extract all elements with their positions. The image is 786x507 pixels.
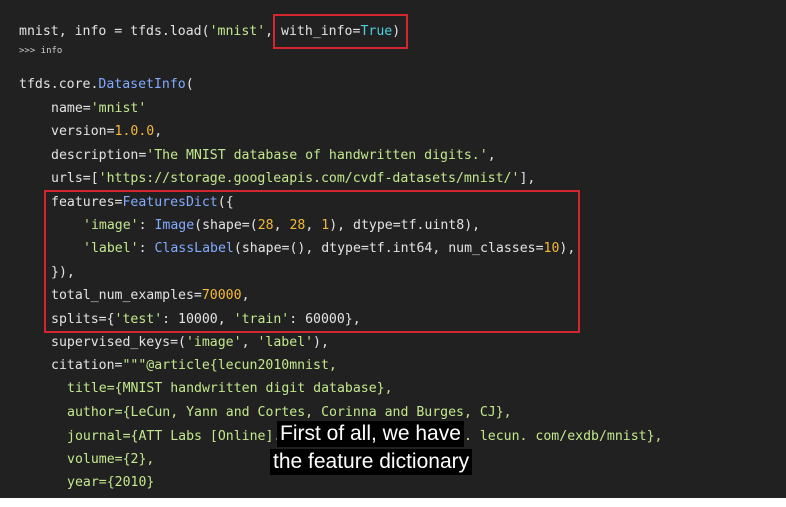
code-slide: mnist, info = tfds.load('mnist', with_in… [0,0,786,498]
code-token: 'label' [257,335,314,350]
code-token: volume={2}, [67,452,155,467]
code-token: name= [51,101,91,116]
code-line: title={MNIST handwritten digit database}… [67,381,393,397]
code-token: author={LeCun, Yann and Cortes, Corinna … [67,405,512,420]
subtitle-line-1: First of all, we have [277,421,464,447]
code-token: version= [51,124,115,139]
code-token: , [241,335,258,350]
code-token: >>> info [19,46,63,56]
code-line: citation="""@article{lecun2010mnist, [51,358,337,374]
code-token: mnist, info = tfds.load( [19,24,210,39]
subtitle-line-2: the feature dictionary [270,449,473,475]
code-token: urls=[ [51,171,99,186]
code-token: tfds.core. [19,77,99,92]
features-highlight-box [44,190,580,333]
code-token: ], [519,171,536,186]
code-line: volume={2}, [67,452,154,468]
code-token: ( [185,77,194,92]
code-line: tfds.core.DatasetInfo( [19,77,194,93]
code-line: year={2010} [67,475,154,491]
code-line: name='mnist' [51,101,146,117]
code-token: 1.0.0 [114,124,155,139]
code-token: DatasetInfo [98,77,186,92]
code-token: description= [51,148,147,163]
code-line: description='The MNIST database of handw… [51,148,496,164]
code-token: 'image' [185,335,242,350]
code-line: supervised_keys=('image', 'label'), [51,335,329,351]
code-token: 'mnist' [209,24,266,39]
code-token: 'https://storage.googleapis.com/cvdf-dat… [98,171,520,186]
code-token: year={2010} [67,475,155,490]
code-line: version=1.0.0, [51,124,162,140]
code-line: >>> info [19,46,62,57]
code-token: """@article{lecun2010mnist, [122,358,337,373]
with-info-highlight-box [273,14,408,49]
code-line: urls=['https://storage.googleapis.com/cv… [51,171,535,187]
code-token: citation= [51,358,123,373]
code-token: 'The MNIST database of handwritten digit… [146,148,488,163]
code-token: , [154,124,163,139]
code-line: author={LeCun, Yann and Cortes, Corinna … [67,405,512,421]
code-token: supervised_keys=( [51,335,186,350]
code-token: title={MNIST handwritten digit database}… [67,381,393,396]
code-token: , [487,148,496,163]
code-token: 'mnist' [90,101,147,116]
code-token: ), [313,335,329,350]
